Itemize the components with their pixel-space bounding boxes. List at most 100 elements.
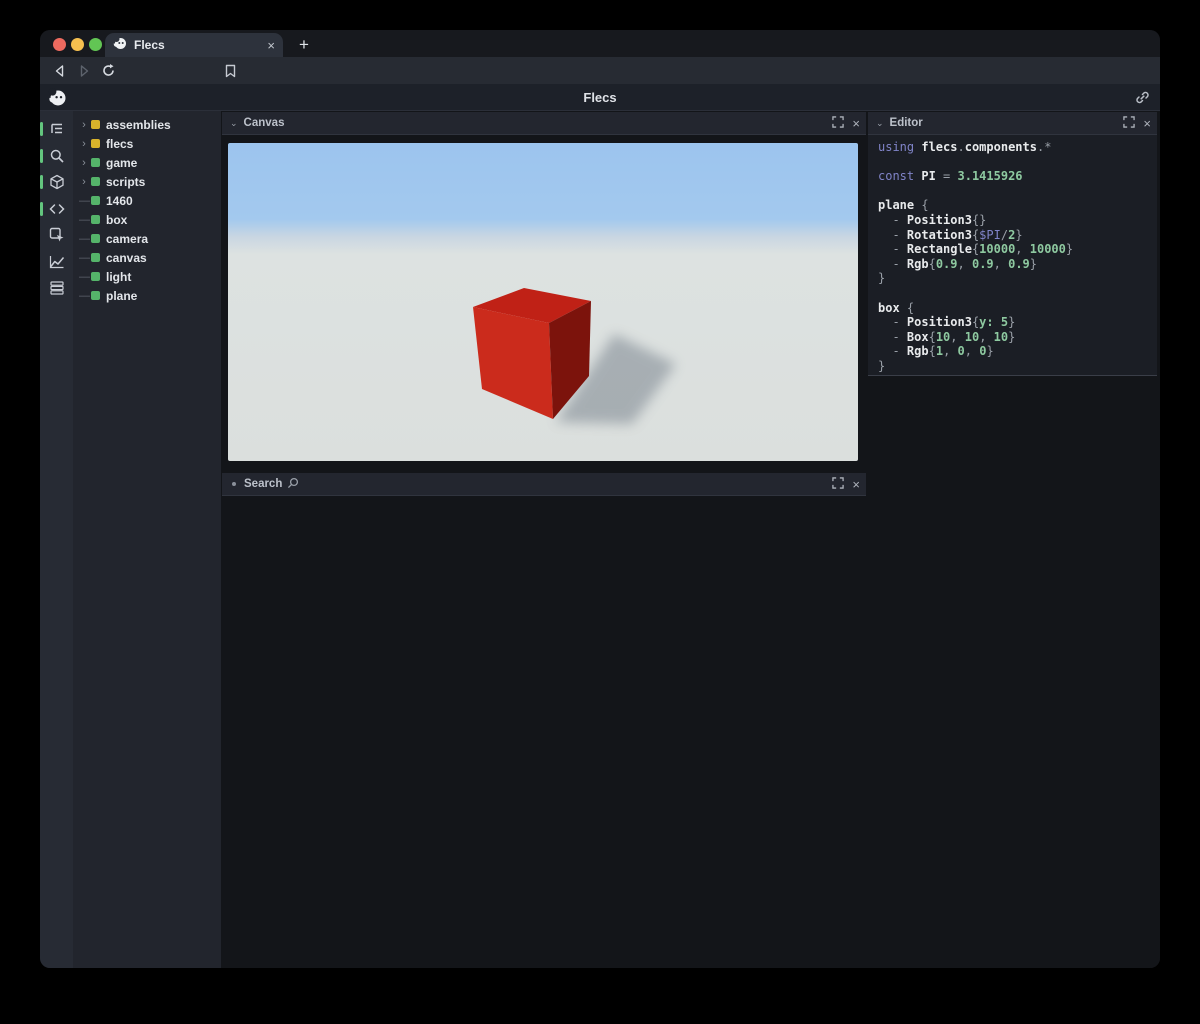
browser-tab[interactable]: Flecs × — [105, 33, 283, 57]
back-icon[interactable] — [48, 61, 72, 81]
rail-button-inspect[interactable] — [40, 224, 73, 246]
tree-item-plane[interactable]: — plane — [73, 286, 221, 305]
fullscreen-icon[interactable] — [832, 115, 844, 133]
search-panel-title: Search — [244, 478, 282, 490]
code-line: const PI = 3.1415926 — [878, 169, 1157, 184]
tree-item-camera[interactable]: — camera — [73, 229, 221, 248]
code-line: box { — [878, 301, 1157, 316]
tree-item-flecs[interactable]: › flecs — [73, 134, 221, 153]
page-title: Flecs — [40, 84, 1160, 111]
tree-item-label: canvas — [106, 251, 147, 265]
leaf-dash-icon: — — [77, 252, 91, 264]
code-icon — [49, 201, 65, 217]
reload-icon[interactable] — [96, 61, 120, 81]
editor-panel-header[interactable]: ⌄ Editor × — [868, 112, 1157, 135]
macos-close-button[interactable] — [53, 38, 66, 51]
code-line: - Box{10, 10, 10} — [878, 330, 1157, 345]
entity-color-square — [91, 291, 100, 300]
code-line — [878, 184, 1157, 199]
code-line: plane { — [878, 198, 1157, 213]
flecs-app-header: Flecs — [40, 84, 1160, 111]
tree-item-1460[interactable]: — 1460 — [73, 191, 221, 210]
code-line: using flecs.components.* — [878, 140, 1157, 155]
flecs-script-editor[interactable]: using flecs.components.* const PI = 3.14… — [868, 135, 1157, 376]
search-panel-header[interactable]: Search × — [222, 473, 866, 496]
code-line: } — [878, 359, 1157, 374]
tree-view-icon — [49, 121, 65, 137]
code-line: - Rectangle{10000, 10000} — [878, 242, 1157, 257]
tree-item-canvas[interactable]: — canvas — [73, 248, 221, 267]
chevron-down-icon[interactable]: ⌄ — [230, 118, 238, 129]
entity-color-square — [91, 253, 100, 262]
expander-icon[interactable]: › — [77, 119, 91, 131]
tree-item-light[interactable]: — light — [73, 267, 221, 286]
macos-zoom-button[interactable] — [89, 38, 102, 51]
canvas-panel-header[interactable]: ⌄ Canvas × — [222, 112, 866, 135]
entity-color-square — [91, 272, 100, 281]
canvas-3d-viewport[interactable] — [228, 143, 858, 461]
magnifier-icon — [287, 477, 299, 492]
tree-item-label: camera — [106, 232, 148, 246]
tree-item-label: flecs — [106, 137, 133, 151]
code-line: - Rgb{0.9, 0.9, 0.9} — [878, 257, 1157, 272]
code-line: } — [878, 271, 1157, 286]
tree-item-label: scripts — [106, 175, 145, 189]
entity-color-square — [91, 139, 100, 148]
rail-button-search[interactable] — [40, 145, 73, 167]
close-icon[interactable]: × — [852, 112, 860, 135]
expander-icon[interactable]: › — [77, 176, 91, 188]
fullscreen-icon[interactable] — [1123, 115, 1135, 133]
entity-color-square — [91, 177, 100, 186]
new-tab-button[interactable]: + — [292, 33, 316, 57]
close-icon[interactable]: × — [852, 473, 860, 496]
tree-item-box[interactable]: —box — [73, 210, 221, 229]
tree-item-label: plane — [106, 289, 137, 303]
rail-button-tree-view[interactable] — [40, 118, 73, 140]
tree-item-label: assemblies — [106, 118, 171, 132]
tab-close-icon[interactable]: × — [267, 38, 275, 53]
canvas-panel-title: Canvas — [244, 117, 285, 129]
leaf-dash-icon: — — [77, 271, 91, 283]
tree-item-assemblies[interactable]: › assemblies — [73, 115, 221, 134]
link-icon[interactable] — [1135, 90, 1150, 110]
active-indicator — [40, 202, 43, 216]
forward-icon[interactable] — [72, 61, 96, 81]
rail-button-code[interactable] — [40, 198, 73, 220]
leaf-dash-icon: — — [77, 290, 91, 302]
active-indicator — [40, 149, 43, 163]
browser-tab-strip: Flecs × + — [40, 30, 1160, 57]
active-indicator — [40, 122, 43, 136]
main-panels-area: ⌄ Canvas × — [221, 111, 1160, 968]
code-line: - Rotation3{$PI/2} — [878, 228, 1157, 243]
tree-item-label: light — [106, 270, 131, 284]
leaf-dash-icon: — — [77, 233, 91, 245]
explorer-content: ›assemblies›flecs›game›scripts—1460—box—… — [40, 111, 1160, 968]
collapsed-panel-dot-icon[interactable] — [232, 482, 236, 486]
desktop-background: Flecs × + flecs.dev/explore — [0, 0, 1200, 1024]
code-line — [878, 155, 1157, 170]
search-icon — [49, 148, 65, 164]
tree-item-label: box — [106, 213, 127, 227]
entity-color-square — [91, 158, 100, 167]
inspect-icon — [49, 227, 65, 243]
expander-icon[interactable]: › — [77, 157, 91, 169]
rail-button-cube[interactable] — [40, 171, 73, 193]
stats-icon — [49, 254, 65, 270]
cube-icon — [49, 174, 65, 190]
tree-item-label: 1460 — [106, 194, 133, 208]
rail-button-rows[interactable] — [40, 277, 73, 299]
chevron-down-icon[interactable]: ⌄ — [876, 118, 884, 129]
tab-favicon-flecs-logo — [113, 36, 127, 55]
tree-item-game[interactable]: ›game — [73, 153, 221, 172]
macos-minimize-button[interactable] — [71, 38, 84, 51]
entity-color-square — [91, 196, 100, 205]
leaf-dash-icon: — — [77, 195, 91, 207]
close-icon[interactable]: × — [1143, 112, 1151, 135]
expander-icon[interactable]: › — [77, 138, 91, 150]
bookmark-icon[interactable] — [218, 61, 242, 81]
browser-window: Flecs × + flecs.dev/explore — [40, 30, 1160, 968]
tree-item-scripts[interactable]: › scripts — [73, 172, 221, 191]
fullscreen-icon[interactable] — [832, 476, 844, 494]
rail-button-stats[interactable] — [40, 251, 73, 273]
entity-color-square — [91, 215, 100, 224]
